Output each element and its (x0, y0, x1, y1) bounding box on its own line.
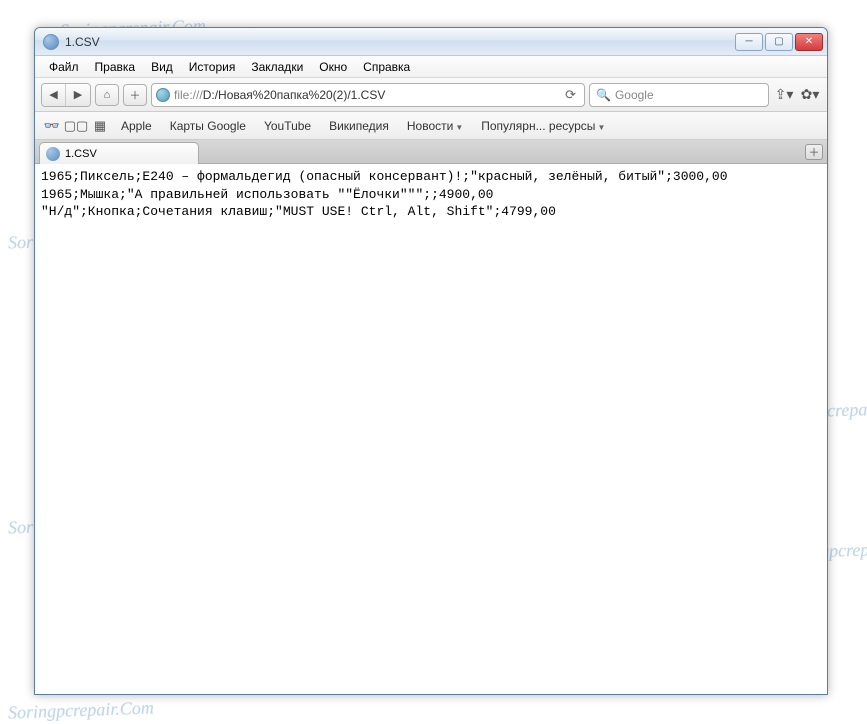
new-tab-button[interactable]: ＋ (805, 144, 823, 160)
chevron-down-icon: ▼ (597, 123, 605, 132)
menu-history[interactable]: История (181, 58, 244, 76)
topsites-icon[interactable]: ▦ (89, 116, 111, 136)
menu-help[interactable]: Справка (355, 58, 418, 76)
minimize-button[interactable]: ─ (735, 33, 763, 51)
bookmark-youtube[interactable]: YouTube (256, 116, 319, 136)
close-button[interactable]: ✕ (795, 33, 823, 51)
tab-active[interactable]: 1.CSV (39, 142, 199, 164)
nav-back-forward: ◀ ▶ (41, 83, 91, 107)
forward-button[interactable]: ▶ (66, 84, 90, 106)
back-button[interactable]: ◀ (42, 84, 66, 106)
settings-button[interactable]: ✿▾ (799, 84, 821, 106)
search-placeholder: Google (615, 88, 654, 102)
bookmark-apple[interactable]: Apple (113, 116, 160, 136)
menu-file[interactable]: Файл (41, 58, 87, 76)
search-field[interactable]: 🔍 Google (589, 83, 769, 107)
tab-label: 1.CSV (65, 148, 97, 160)
menu-window[interactable]: Окно (311, 58, 355, 76)
url-text: file:///D:/Новая%20папка%20(2)/1.CSV (174, 88, 557, 102)
menubar: Файл Правка Вид История Закладки Окно Сп… (35, 56, 827, 78)
bookmarks-toolbar: 👓 ▢▢ ▦ Apple Карты Google YouTube Википе… (35, 112, 827, 140)
menu-edit[interactable]: Правка (87, 58, 144, 76)
nav-toolbar: ◀ ▶ ⌂ ＋ file:///D:/Новая%20папка%20(2)/1… (35, 78, 827, 112)
maximize-button[interactable]: ▢ (765, 33, 793, 51)
globe-icon (156, 88, 170, 102)
bookmark-news[interactable]: Новости▼ (399, 116, 471, 136)
page-content: 1965;Пиксель;E240 – формальдегид (опасны… (35, 164, 827, 694)
reading-list-icon[interactable]: 👓 (41, 116, 63, 136)
book-icon[interactable]: ▢▢ (65, 116, 87, 136)
add-button[interactable]: ＋ (123, 84, 147, 106)
share-button[interactable]: ⇪▾ (773, 84, 795, 106)
reload-button[interactable]: ⟳ (561, 87, 580, 103)
bookmark-wikipedia[interactable]: Википедия (321, 116, 397, 136)
tab-favicon (46, 147, 60, 161)
url-field[interactable]: file:///D:/Новая%20папка%20(2)/1.CSV ⟳ (151, 83, 585, 107)
watermark: Soringpcrepair.Com (8, 697, 154, 723)
menu-bookmarks[interactable]: Закладки (243, 58, 311, 76)
search-icon: 🔍 (596, 88, 611, 102)
home-button[interactable]: ⌂ (95, 84, 119, 106)
tab-bar: 1.CSV ＋ (35, 140, 827, 164)
browser-window: 1.CSV ─ ▢ ✕ Файл Правка Вид История Закл… (34, 27, 828, 695)
window-controls: ─ ▢ ✕ (735, 33, 823, 51)
bookmark-popular[interactable]: Популярн... ресурсы▼ (473, 116, 613, 136)
titlebar: 1.CSV ─ ▢ ✕ (35, 28, 827, 56)
window-title: 1.CSV (65, 35, 735, 49)
chevron-down-icon: ▼ (455, 123, 463, 132)
menu-view[interactable]: Вид (143, 58, 181, 76)
bookmark-google-maps[interactable]: Карты Google (162, 116, 254, 136)
app-icon (43, 34, 59, 50)
